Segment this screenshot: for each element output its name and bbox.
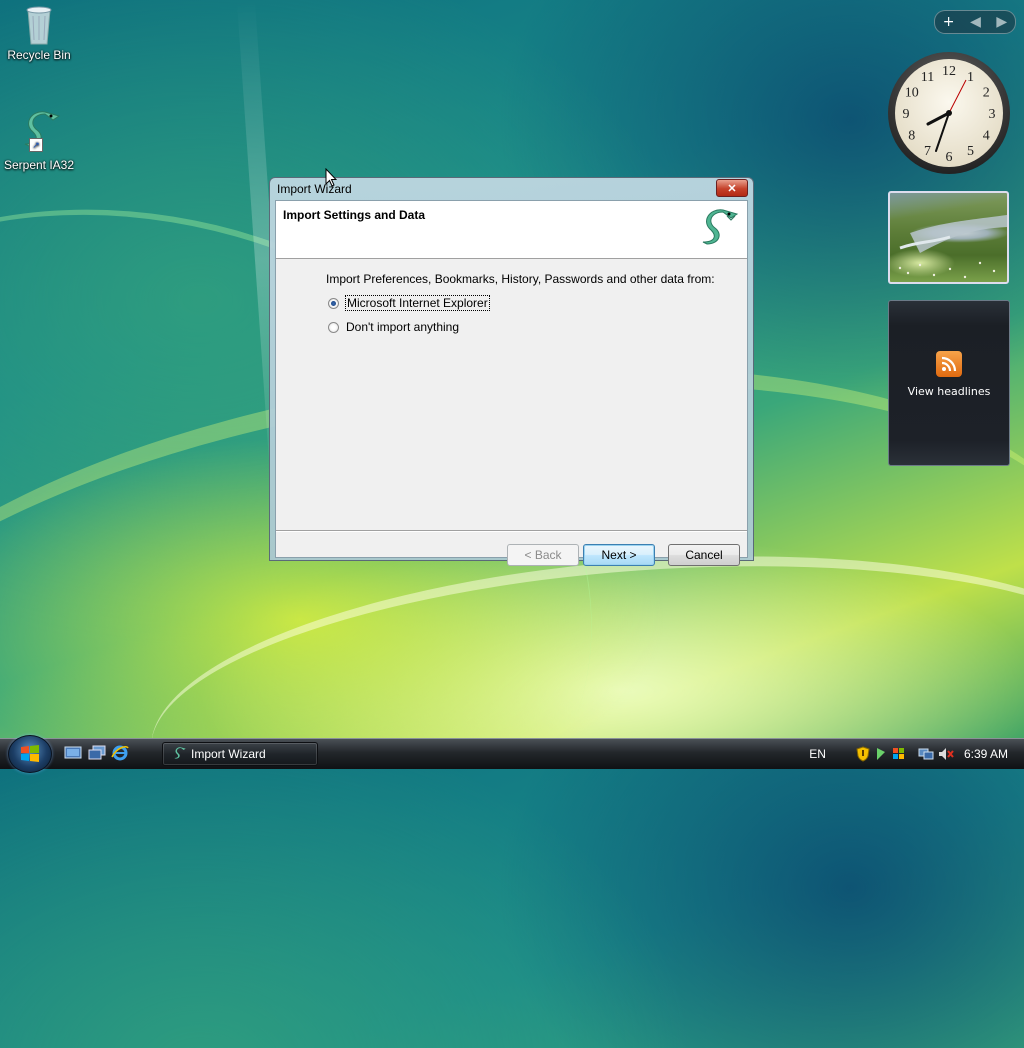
notification-area: EN 6:39 AM <box>809 739 1024 769</box>
clock-numeral: 1 <box>967 70 974 85</box>
tray-app-icon[interactable] <box>874 746 888 762</box>
close-button[interactable]: ✕ <box>716 179 748 197</box>
import-wizard-dialog: Import Wizard ✕ Import Settings and Data… <box>269 177 754 566</box>
sidebar-gadget-controls: + ◀ ▶ <box>934 10 1016 34</box>
system-clock[interactable]: 6:39 AM <box>964 747 1008 761</box>
clock-numeral: 4 <box>983 129 990 144</box>
slideshow-gadget[interactable] <box>888 191 1009 284</box>
option-label[interactable]: Microsoft Internet Explorer <box>345 295 490 311</box>
radio-internet-explorer[interactable] <box>328 297 339 309</box>
option-dont-import[interactable]: Don't import anything <box>328 320 459 334</box>
mouse-cursor-icon <box>325 167 338 190</box>
taskbar: Import Wizard EN 6:39 AM <box>0 735 1024 773</box>
security-shield-icon[interactable] <box>856 746 870 762</box>
clock-numeral: 8 <box>908 129 915 144</box>
taskbar-item-import-wizard[interactable]: Import Wizard <box>162 742 318 766</box>
next-page-icon[interactable]: ▶ <box>996 14 1007 30</box>
internet-explorer-icon[interactable] <box>111 745 129 761</box>
rss-feed-icon <box>936 351 962 377</box>
clock-numeral: 12 <box>942 64 956 79</box>
back-button[interactable]: < Back <box>507 544 579 566</box>
wizard-page-title: Import Settings and Data <box>283 208 426 222</box>
clock-numeral: 5 <box>967 144 974 159</box>
switch-windows-icon[interactable] <box>88 745 106 761</box>
option-label[interactable]: Don't import anything <box>346 320 459 334</box>
show-desktop-icon[interactable] <box>64 745 82 761</box>
clock-numeral: 7 <box>924 144 931 159</box>
start-button[interactable] <box>8 735 52 773</box>
clock-gadget[interactable]: 12 1 2 3 4 5 6 7 8 9 10 11 <box>886 50 1012 176</box>
radio-dont-import[interactable] <box>328 321 339 333</box>
clock-numeral: 10 <box>905 86 919 101</box>
serpent-task-icon <box>171 746 187 762</box>
serpent-logo-icon <box>693 206 741 257</box>
view-headlines-label: View headlines <box>907 385 991 398</box>
volume-muted-icon[interactable] <box>938 747 954 761</box>
feed-headlines-gadget[interactable]: View headlines <box>888 300 1010 466</box>
dialog-titlebar[interactable]: Import Wizard ✕ <box>275 178 748 200</box>
clock-numeral: 6 <box>946 150 953 165</box>
clock-numeral: 2 <box>983 86 990 101</box>
clock-numeral: 3 <box>989 107 996 122</box>
import-source-prompt: Import Preferences, Bookmarks, History, … <box>326 272 715 286</box>
button-separator <box>276 530 747 532</box>
dialog-client-area: Import Settings and Data Import Preferen… <box>275 200 748 566</box>
add-gadget-icon[interactable]: + <box>943 14 955 30</box>
shortcut-arrow-icon: ↗ <box>29 138 43 152</box>
clock-numeral: 9 <box>903 107 910 122</box>
clock-face: 12 12 3 45678 9 1011 <box>888 52 1010 174</box>
network-icon[interactable] <box>918 747 934 761</box>
windows-logo-icon <box>21 745 39 762</box>
clock-numeral: 11 <box>921 70 934 85</box>
desktop-icon-recycle-bin[interactable]: Recycle Bin <box>0 2 78 62</box>
recycle-bin-icon <box>22 2 56 46</box>
taskbar-item-label: Import Wizard <box>191 747 266 761</box>
cancel-button[interactable]: Cancel <box>668 544 740 566</box>
tray-windows-icon[interactable] <box>892 747 906 761</box>
close-icon: ✕ <box>727 182 737 195</box>
serpent-shortcut-icon: ↗ <box>15 108 63 156</box>
previous-page-icon[interactable]: ◀ <box>970 14 981 30</box>
desktop-icon-label: Recycle Bin <box>7 48 71 62</box>
stream-photo <box>898 215 1007 279</box>
desktop-icon-label: Serpent IA32 <box>3 158 75 172</box>
language-indicator[interactable]: EN <box>809 747 826 761</box>
next-button[interactable]: Next > <box>583 544 655 566</box>
dialog-title: Import Wizard <box>277 182 352 196</box>
option-internet-explorer[interactable]: Microsoft Internet Explorer <box>328 295 490 311</box>
wallpaper-swoosh <box>140 525 1024 905</box>
desktop-icon-serpent[interactable]: ↗ Serpent IA32 <box>0 108 78 172</box>
wizard-header: Import Settings and Data <box>276 201 747 259</box>
